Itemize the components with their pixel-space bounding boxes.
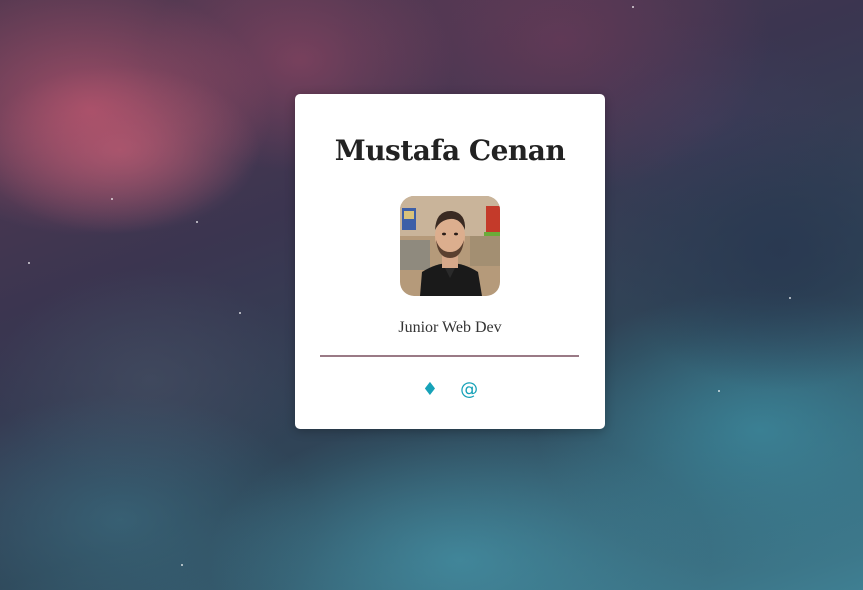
star [789,297,791,299]
profile-name: Mustafa Cenan [334,134,566,167]
star [239,312,241,314]
profile-photo [400,196,500,296]
avatar [400,196,500,296]
star [632,6,634,8]
profile-role: Junior Web Dev [398,319,502,336]
at-icon[interactable]: @ [460,378,478,402]
star [28,262,30,264]
page-background: { "profile": { "name": "Mustafa Cenan", … [0,0,863,590]
star [111,198,113,200]
star [196,221,198,223]
profile-card: Mustafa Cenan Junior Web Dev ♦ @ [295,94,605,429]
divider [320,355,579,357]
diamond-icon[interactable]: ♦ [422,378,438,402]
social-links: ♦ @ [295,378,605,402]
star [718,390,720,392]
star [181,564,183,566]
